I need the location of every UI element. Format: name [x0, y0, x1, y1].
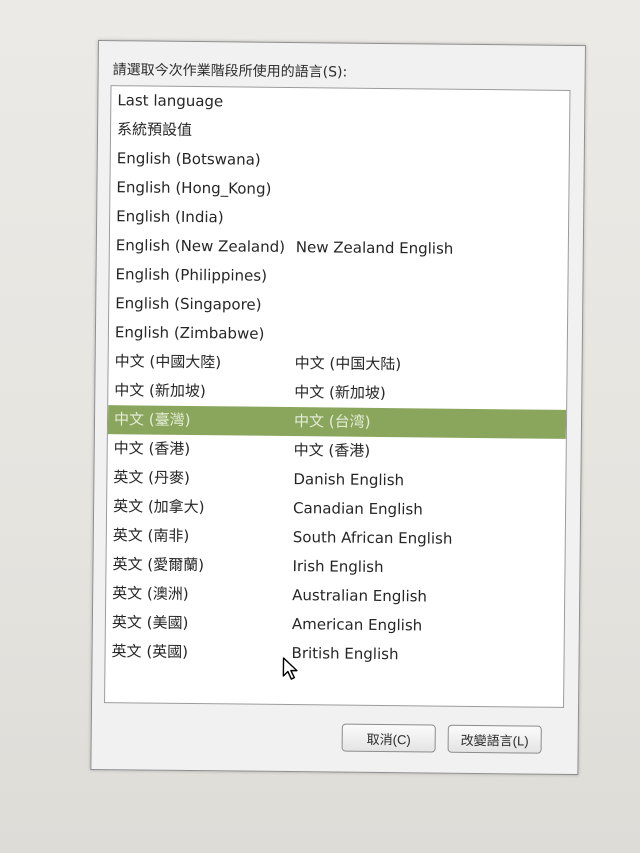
- language-name: 中文 (中國大陸): [114, 352, 222, 372]
- language-name: 英文 (英國): [111, 642, 189, 661]
- language-dialog: 請選取今次作業階段所使用的語言(S): Last language 系統預設值 En…: [90, 40, 586, 776]
- language-row[interactable]: 中文 (新加坡) 中文 (新加坡): [108, 376, 566, 410]
- cancel-button[interactable]: 取消(C): [341, 723, 436, 753]
- mouse-pointer-icon: [282, 657, 298, 680]
- language-name: English (Botswana): [116, 149, 261, 169]
- language-name: English (New Zealand): [115, 236, 286, 256]
- language-description: New Zealand English: [295, 238, 454, 258]
- language-name: 英文 (美國): [111, 613, 189, 632]
- language-row[interactable]: Last language: [111, 86, 569, 120]
- language-name: 中文 (臺灣): [113, 410, 191, 429]
- language-description: 中文 (台湾): [293, 412, 371, 431]
- language-name: 中文 (香港): [113, 439, 191, 458]
- language-description: Danish English: [293, 470, 405, 490]
- language-description: American English: [291, 615, 423, 635]
- language-name: 英文 (南非): [112, 526, 190, 545]
- language-name: 英文 (丹麥): [113, 468, 190, 487]
- language-row[interactable]: English (Singapore): [109, 289, 567, 323]
- language-name: English (Philippines): [115, 265, 268, 285]
- change-language-button[interactable]: 改變語言(L): [447, 724, 542, 754]
- language-row[interactable]: 中文 (臺灣) 中文 (台湾): [107, 405, 567, 439]
- language-list[interactable]: Last language 系統預設值 English (Botswana) Engl…: [104, 85, 571, 708]
- language-description: South African English: [292, 528, 453, 548]
- language-row[interactable]: 英文 (澳洲) Australian English: [106, 579, 564, 613]
- language-name: 英文 (愛爾蘭): [112, 555, 205, 575]
- language-description: 中文 (中国大陆): [294, 354, 402, 374]
- language-name: 英文 (澳洲): [112, 584, 189, 603]
- language-name: English (India): [116, 207, 224, 227]
- language-name: English (Hong_Kong): [116, 178, 272, 198]
- language-description: Australian English: [292, 586, 428, 606]
- language-row[interactable]: 英文 (美國) American English: [106, 608, 564, 642]
- language-name: Last language: [117, 91, 224, 111]
- language-description: Irish English: [292, 557, 384, 577]
- language-name: 系統預設值: [116, 120, 193, 139]
- language-description: 中文 (新加坡): [294, 383, 386, 403]
- language-row[interactable]: 系統預設值: [111, 115, 569, 149]
- language-name: 中文 (新加坡): [114, 381, 206, 401]
- language-name: English (Singapore): [115, 294, 262, 314]
- language-name: English (Zimbabwe): [114, 323, 265, 343]
- language-row[interactable]: 英文 (英國) British English: [105, 637, 563, 671]
- language-prompt-label: 請選取今次作業階段所使用的語言(S):: [112, 62, 348, 81]
- language-row[interactable]: 中文 (中國大陸) 中文 (中国大陆): [108, 347, 566, 381]
- language-description: 中文 (香港): [293, 441, 371, 460]
- language-row[interactable]: English (Zimbabwe): [109, 318, 567, 352]
- language-description: Canadian English: [293, 499, 423, 519]
- language-description: British English: [291, 644, 399, 664]
- language-name: 英文 (加拿大): [113, 497, 205, 517]
